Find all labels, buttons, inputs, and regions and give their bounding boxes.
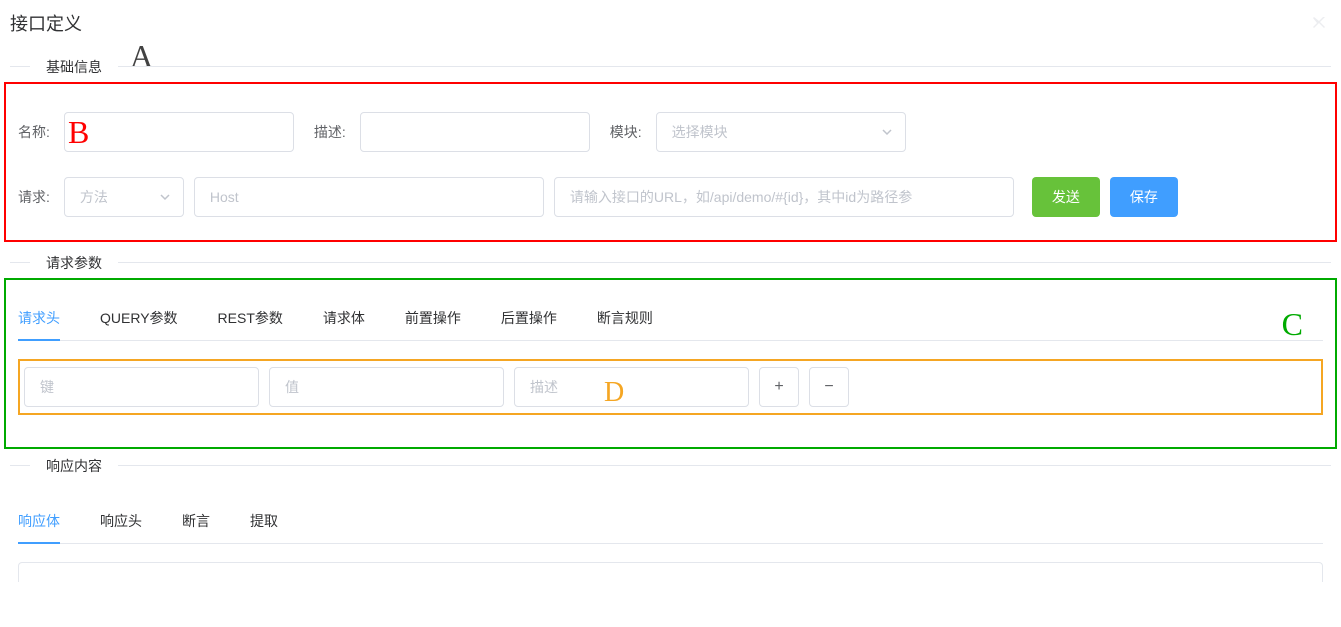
tab-assert-rule[interactable]: 断言规则 (597, 308, 653, 340)
module-placeholder: 选择模块 (672, 122, 728, 142)
tab-pre-action[interactable]: 前置操作 (405, 308, 461, 340)
method-select[interactable]: 方法 (64, 177, 184, 217)
tab-request-body[interactable]: 请求体 (323, 308, 365, 340)
tab-response-header[interactable]: 响应头 (100, 511, 142, 543)
module-select[interactable]: 选择模块 (656, 112, 906, 152)
minus-icon: − (824, 378, 833, 396)
form-row-request: 请求: 方法 发送 保存 (18, 177, 1323, 217)
response-body-area (18, 562, 1323, 582)
key-input[interactable] (24, 367, 259, 407)
request-tabs: 请求头 QUERY参数 REST参数 请求体 前置操作 后置操作 断言规则 C (18, 308, 1323, 341)
plus-icon: + (774, 378, 783, 396)
page-header: 接口定义 A (10, 10, 1331, 36)
tab-rest-params[interactable]: REST参数 (218, 308, 283, 340)
desc-input[interactable] (360, 112, 590, 152)
send-button[interactable]: 发送 (1032, 177, 1100, 217)
remove-row-button[interactable]: − (809, 367, 849, 407)
request-label: 请求: (18, 187, 50, 207)
method-placeholder: 方法 (80, 187, 108, 207)
row-desc-input[interactable] (514, 367, 749, 407)
name-input[interactable] (64, 112, 294, 152)
chevron-down-icon (881, 125, 895, 139)
tab-post-action[interactable]: 后置操作 (501, 308, 557, 340)
close-icon[interactable] (1313, 16, 1325, 34)
basic-info-section: 基础信息 名称: 描述: 模块: 选择模块 B 请求: 方法 (10, 66, 1331, 232)
desc-label: 描述: (314, 122, 346, 142)
value-input[interactable] (269, 367, 504, 407)
url-input[interactable] (554, 177, 1014, 217)
section-legend-request: 请求参数 (30, 253, 118, 273)
chevron-down-icon (159, 190, 173, 204)
response-section: 响应内容 响应体 响应头 断言 提取 (10, 465, 1331, 582)
module-label: 模块: (610, 122, 642, 142)
tab-response-body[interactable]: 响应体 (18, 511, 60, 543)
param-row: D + − (18, 359, 1323, 415)
host-input[interactable] (194, 177, 544, 217)
response-tabs: 响应体 响应头 断言 提取 (18, 511, 1323, 544)
tab-extract[interactable]: 提取 (250, 511, 278, 543)
tab-request-header[interactable]: 请求头 (18, 308, 60, 340)
section-legend-response: 响应内容 (30, 456, 118, 476)
section-legend-basic: 基础信息 (30, 57, 118, 77)
add-row-button[interactable]: + (759, 367, 799, 407)
request-params-section: 请求参数 请求头 QUERY参数 REST参数 请求体 前置操作 后置操作 断言… (10, 262, 1331, 435)
tab-query-params[interactable]: QUERY参数 (100, 308, 178, 340)
highlight-box-basic (4, 82, 1337, 242)
save-button[interactable]: 保存 (1110, 177, 1178, 217)
page-title: 接口定义 (10, 10, 82, 36)
form-row-meta: 名称: 描述: 模块: 选择模块 B (18, 112, 1323, 152)
tab-assert[interactable]: 断言 (182, 511, 210, 543)
annotation-c: C (1282, 306, 1303, 343)
name-label: 名称: (18, 122, 50, 142)
